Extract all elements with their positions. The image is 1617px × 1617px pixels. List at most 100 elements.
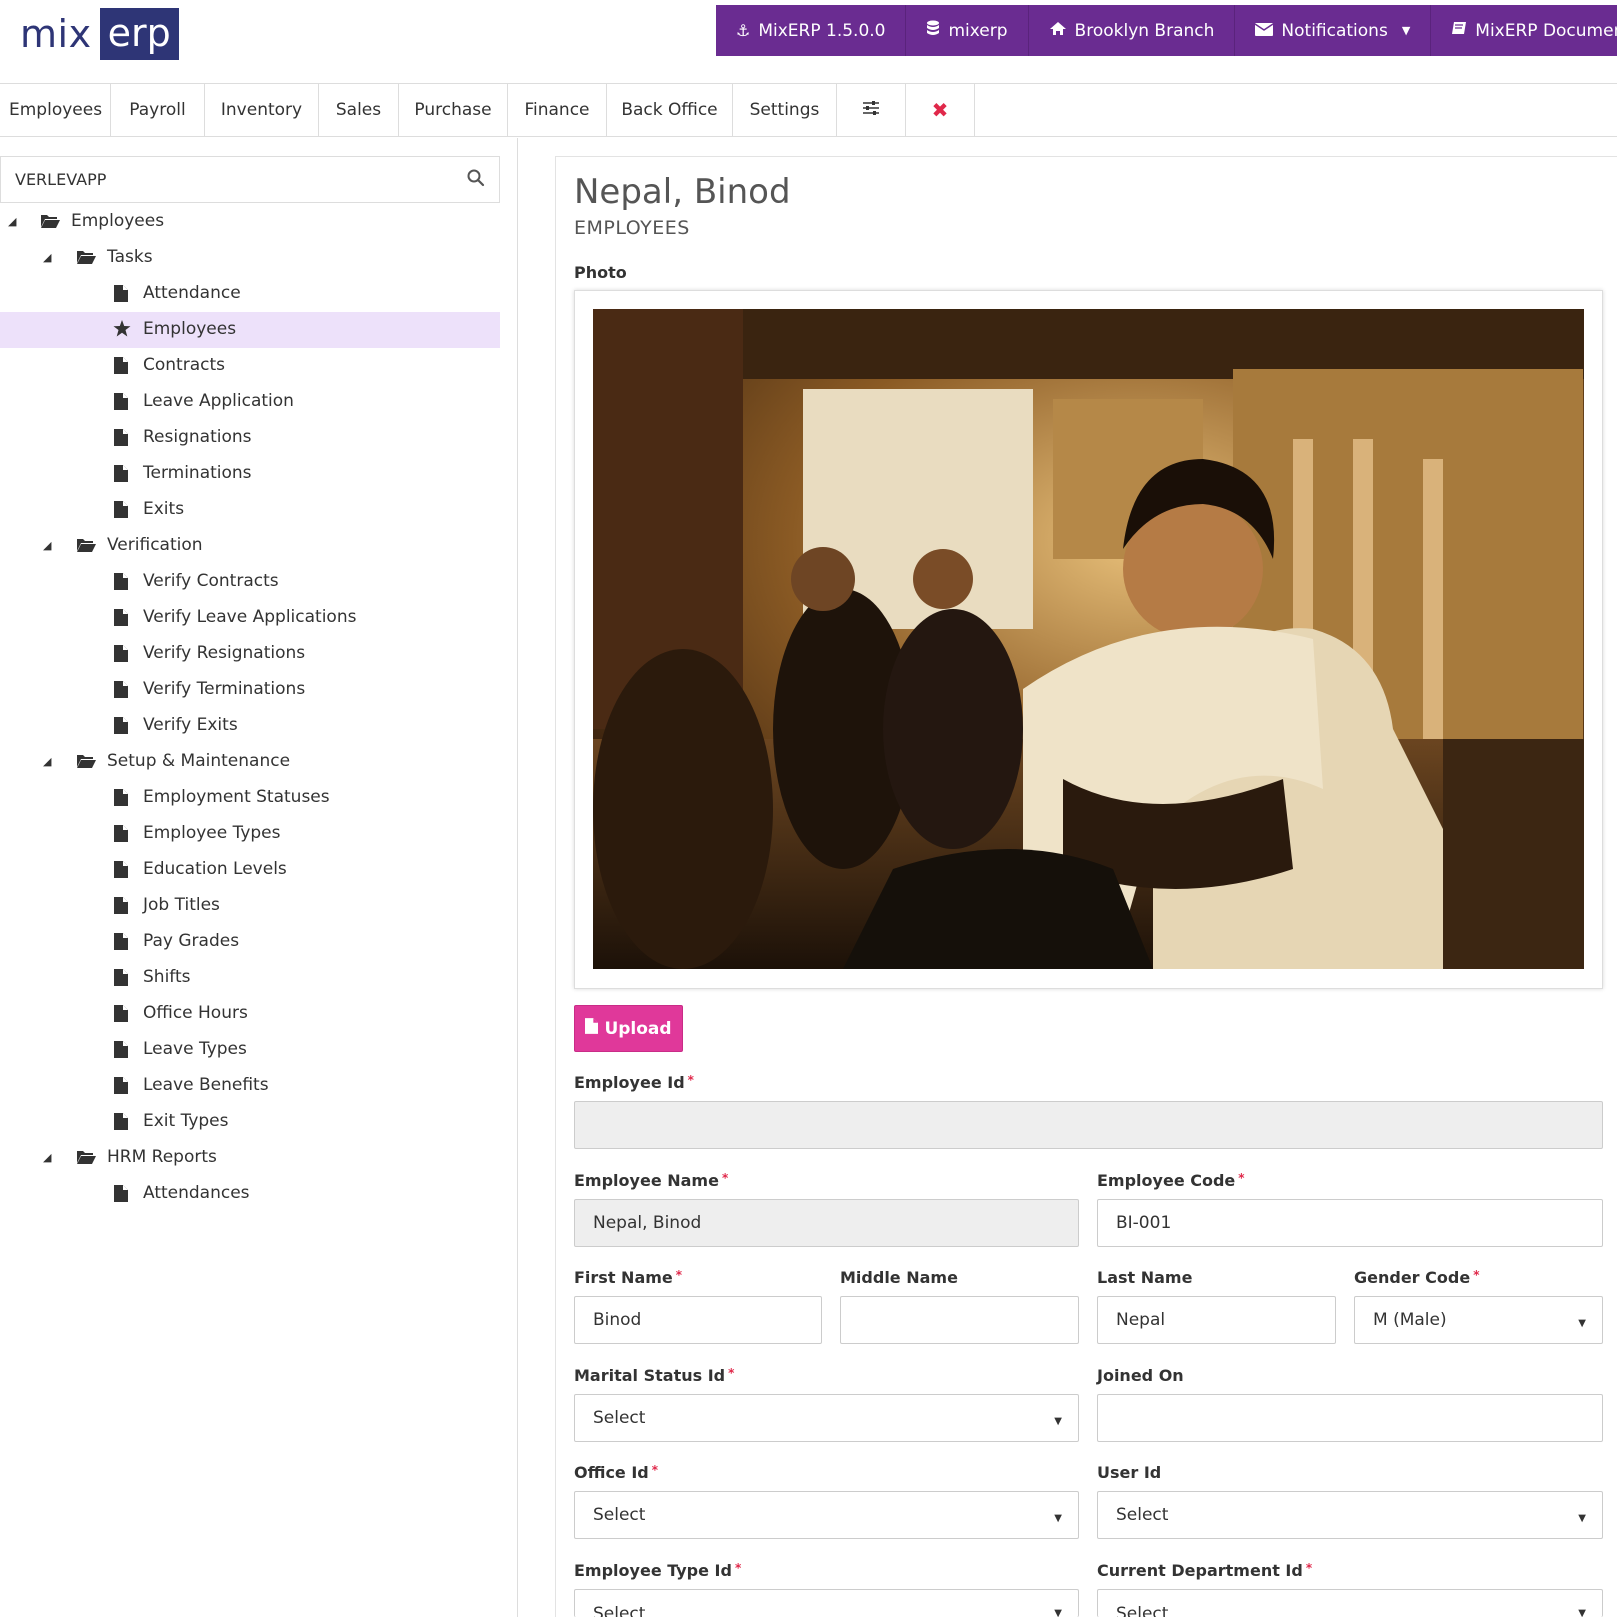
employee-code-label-text: Employee Code: [1097, 1171, 1236, 1190]
tree-item-verify-exits[interactable]: Verify Exits: [0, 708, 500, 744]
search-icon[interactable]: [467, 169, 485, 191]
current-department-select[interactable]: Select ▼: [1097, 1589, 1603, 1617]
collapse-triangle-icon[interactable]: ◢: [43, 1151, 51, 1164]
file-icon: [114, 429, 128, 451]
tab-back-office[interactable]: Back Office: [607, 84, 733, 136]
tree-folder-verification[interactable]: ◢ Verification: [0, 528, 500, 564]
first-name-field[interactable]: Binod: [574, 1296, 822, 1344]
app-logo[interactable]: mix erp: [20, 8, 179, 60]
documentation-label: MixERP Documentation: [1475, 20, 1617, 41]
menu-tree: ◢ Employees ◢ Tasks Attendance Employees…: [0, 204, 500, 1212]
notifications-label: Notifications: [1281, 20, 1388, 41]
tab-inventory[interactable]: Inventory: [205, 84, 319, 136]
current-department-label: Current Department Id *: [1097, 1561, 1312, 1580]
tree-item-verify-leave-applications[interactable]: Verify Leave Applications: [0, 600, 500, 636]
middle-name-field[interactable]: [840, 1296, 1079, 1344]
tree-item-leave-types[interactable]: Leave Types: [0, 1032, 500, 1068]
office-id-select[interactable]: Select ▼: [574, 1491, 1079, 1539]
tree-item-exits[interactable]: Exits: [0, 492, 500, 528]
upload-button-label: Upload: [604, 1018, 672, 1039]
tree-folder-setup[interactable]: ◢ Setup & Maintenance: [0, 744, 500, 780]
tree-item-leave-benefits[interactable]: Leave Benefits: [0, 1068, 500, 1104]
upload-button[interactable]: Upload: [574, 1005, 683, 1052]
menu-search-box: [0, 156, 500, 203]
employee-id-label: Employee Id *: [574, 1073, 694, 1092]
tree-item-verify-contracts[interactable]: Verify Contracts: [0, 564, 500, 600]
tree-item-label: Leave Types: [143, 1039, 247, 1059]
documentation-link[interactable]: MixERP Documentation: [1431, 5, 1617, 56]
tree-item-label: Verify Resignations: [143, 643, 306, 663]
user-id-select[interactable]: Select ▼: [1097, 1491, 1603, 1539]
tree-item-employees-active[interactable]: Employees: [0, 312, 500, 348]
database-label: mixerp: [948, 20, 1008, 41]
employee-id-field[interactable]: [574, 1101, 1603, 1149]
last-name-label: Last Name: [1097, 1268, 1193, 1287]
file-icon: [114, 789, 128, 811]
close-icon: ✖: [931, 98, 949, 122]
marital-status-select[interactable]: Select ▼: [574, 1394, 1079, 1442]
tab-close[interactable]: ✖: [906, 84, 975, 136]
sidebar: ◢ Employees ◢ Tasks Attendance Employees…: [0, 138, 518, 1617]
notifications-dropdown[interactable]: Notifications ▼: [1235, 5, 1432, 56]
tree-item-exit-types[interactable]: Exit Types: [0, 1104, 500, 1140]
branch-link[interactable]: Brooklyn Branch: [1029, 5, 1236, 56]
tree-item-shifts[interactable]: Shifts: [0, 960, 500, 996]
file-icon: [114, 1185, 128, 1207]
tree-folder-employees[interactable]: ◢ Employees: [0, 204, 500, 240]
last-name-field[interactable]: Nepal: [1097, 1296, 1336, 1344]
tree-item-pay-grades[interactable]: Pay Grades: [0, 924, 500, 960]
tree-item-education-levels[interactable]: Education Levels: [0, 852, 500, 888]
tree-item-verify-terminations[interactable]: Verify Terminations: [0, 672, 500, 708]
collapse-triangle-icon[interactable]: ◢: [43, 755, 51, 768]
tab-sales[interactable]: Sales: [319, 84, 399, 136]
file-icon: [585, 1018, 599, 1039]
file-icon: [114, 969, 128, 991]
joined-on-field[interactable]: [1097, 1394, 1603, 1442]
employee-id-label-text: Employee Id: [574, 1073, 685, 1092]
employee-code-field[interactable]: BI-001: [1097, 1199, 1603, 1247]
version-link[interactable]: ⚓ MixERP 1.5.0.0: [716, 5, 907, 56]
tab-finance[interactable]: Finance: [508, 84, 607, 136]
collapse-triangle-icon[interactable]: ◢: [43, 539, 51, 552]
gender-code-select[interactable]: M (Male) ▼: [1354, 1296, 1603, 1344]
tab-payroll[interactable]: Payroll: [111, 84, 205, 136]
tree-item-contracts[interactable]: Contracts: [0, 348, 500, 384]
tab-employees[interactable]: Employees: [0, 84, 111, 136]
tab-purchase[interactable]: Purchase: [399, 84, 508, 136]
tree-folder-tasks[interactable]: ◢ Tasks: [0, 240, 500, 276]
database-link[interactable]: mixerp: [906, 5, 1029, 56]
caret-down-icon: ▼: [1401, 24, 1411, 37]
tree-item-label: Verify Terminations: [143, 679, 306, 699]
required-mark: *: [687, 1073, 694, 1087]
tree-item-verify-resignations[interactable]: Verify Resignations: [0, 636, 500, 672]
employee-name-field[interactable]: Nepal, Binod: [574, 1199, 1079, 1247]
tree-item-office-hours[interactable]: Office Hours: [0, 996, 500, 1032]
tree-item-employment-statuses[interactable]: Employment Statuses: [0, 780, 500, 816]
tree-item-label: Shifts: [143, 967, 191, 987]
tree-folder-hrm-reports[interactable]: ◢ HRM Reports: [0, 1140, 500, 1176]
module-tabs: Employees Payroll Inventory Sales Purcha…: [0, 83, 1617, 137]
folder-open-icon: [76, 753, 96, 774]
required-mark: *: [721, 1171, 729, 1185]
tree-item-attendances[interactable]: Attendances: [0, 1176, 500, 1212]
tree-item-label: Verify Exits: [143, 715, 238, 735]
collapse-triangle-icon[interactable]: ◢: [43, 251, 51, 264]
tree-item-leave-application[interactable]: Leave Application: [0, 384, 500, 420]
menu-search-input[interactable]: [1, 157, 441, 202]
tree-item-label: Resignations: [143, 427, 252, 447]
tree-item-terminations[interactable]: Terminations: [0, 456, 500, 492]
tree-item-employee-types[interactable]: Employee Types: [0, 816, 500, 852]
tab-settings[interactable]: Settings: [733, 84, 837, 136]
collapse-triangle-icon[interactable]: ◢: [8, 215, 16, 228]
tree-folder-label: Verification: [107, 535, 203, 555]
sliders-icon: [862, 100, 880, 121]
employee-type-value: Select: [593, 1604, 646, 1617]
employee-type-select[interactable]: Select ▼: [574, 1589, 1079, 1617]
tree-item-job-titles[interactable]: Job Titles: [0, 888, 500, 924]
tree-item-resignations[interactable]: Resignations: [0, 420, 500, 456]
tree-item-attendance[interactable]: Attendance: [0, 276, 500, 312]
tree-item-label: Verify Leave Applications: [143, 607, 357, 627]
tab-preferences[interactable]: [837, 84, 906, 136]
required-mark: *: [651, 1463, 659, 1477]
tree-folder-label: Setup & Maintenance: [107, 751, 291, 771]
